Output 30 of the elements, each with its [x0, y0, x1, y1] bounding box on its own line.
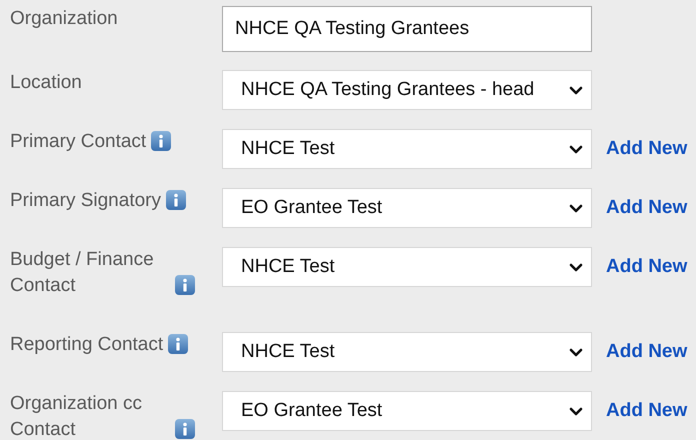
field-label: Budget / Finance Contact — [10, 248, 155, 298]
dropdown[interactable]: NHCE QA Testing Grantees - head — [222, 70, 592, 110]
info-icon[interactable] — [175, 419, 195, 439]
add-new-link[interactable]: Add New — [606, 247, 688, 287]
info-icon[interactable] — [168, 334, 188, 354]
field-label: Organization cc Contact — [10, 392, 144, 440]
dropdown[interactable]: EO Grantee Test — [222, 391, 592, 431]
add-new-link[interactable]: Add New — [606, 332, 688, 372]
dropdown[interactable]: NHCE Test — [222, 332, 592, 372]
chevron-icon — [569, 406, 583, 416]
field-label: Location — [10, 71, 82, 95]
chevron-icon — [569, 86, 583, 94]
chevron-icon — [569, 144, 583, 154]
field-label: Primary Signatory — [10, 189, 161, 213]
info-icon[interactable] — [151, 131, 172, 151]
organization-field[interactable]: NHCE QA Testing Grantees — [222, 6, 592, 52]
chevron-icon — [569, 204, 583, 212]
add-new-link[interactable]: Add New — [606, 129, 688, 169]
dropdown[interactable]: NHCE Test — [222, 247, 592, 287]
chevron-icon — [569, 262, 583, 272]
field-label: Organization — [10, 7, 118, 31]
field-label: Primary Contact — [10, 130, 146, 154]
info-icon[interactable] — [175, 275, 195, 295]
add-new-link[interactable]: Add New — [606, 188, 688, 228]
chevron-icon — [569, 348, 583, 356]
add-new-link[interactable]: Add New — [606, 391, 688, 431]
dropdown[interactable]: NHCE Test — [222, 129, 592, 169]
field-label: Reporting Contact — [10, 333, 164, 357]
info-icon[interactable] — [166, 190, 186, 210]
dropdown[interactable]: EO Grantee Test — [222, 188, 592, 228]
